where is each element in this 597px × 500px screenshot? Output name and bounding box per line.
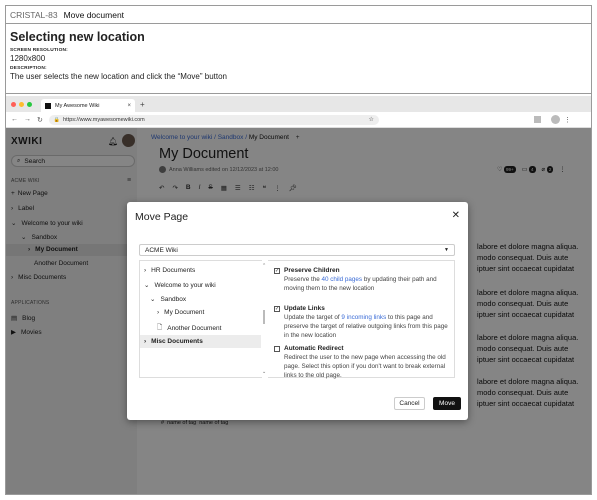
move-options: ✓ Preserve Children Preserve the 40 chil… [268, 260, 455, 379]
tree-item-label: Welcome to your wiki [154, 281, 216, 289]
automatic-redirect-checkbox[interactable] [274, 346, 280, 352]
spec-title: Selecting new location [10, 30, 145, 44]
update-links-checkbox[interactable]: ✓ [274, 306, 280, 312]
back-icon[interactable]: ← [11, 116, 18, 123]
tab-bar: My Awesome Wiki × + [6, 96, 591, 112]
tree-item-label: Sandbox [160, 295, 187, 303]
option-description: Update the target of 9 incoming links to… [284, 314, 454, 340]
tree-item-welcome[interactable]: ⌄ Welcome to your wiki [144, 281, 216, 290]
forward-icon[interactable]: → [24, 116, 31, 123]
maximize-window-dot[interactable] [27, 101, 32, 107]
extension-icon[interactable] [533, 116, 541, 123]
incoming-links-link[interactable]: 9 incoming links [341, 314, 386, 321]
tree-item-misc-documents[interactable]: › Misc Documents [144, 338, 203, 345]
location-tree: › HR Documents ⌄ Welcome to your wiki ⌄ San… [139, 260, 262, 378]
document-icon: 🗋 [157, 324, 163, 331]
lock-icon: 🔒 [53, 116, 61, 123]
close-icon[interactable]: ✕ [452, 210, 460, 221]
move-page-dialog: Move Page ✕ ACME Wiki ▼ › HR Documents ⌄ W… [127, 202, 468, 420]
minimize-window-dot[interactable] [19, 101, 24, 107]
option-title: Automatic Redirect [284, 345, 344, 352]
url-input[interactable]: 🔒 https://www.myawesomewiki.com ☆ [48, 114, 379, 125]
scrollbar-thumb[interactable] [263, 310, 265, 324]
address-bar: ← → ↻ 🔒 https://www.myawesomewiki.com ☆ … [6, 112, 591, 128]
spec-header: CRISTAL-83 Move document [6, 6, 591, 24]
option-description: Preserve the 40 child pages by updating … [284, 276, 454, 294]
option-text: Update the target of [284, 314, 342, 321]
option-title: Preserve Children [284, 267, 340, 274]
resolution-label: SCREEN RESOLUTION: [10, 48, 68, 53]
tree-item-label: My Document [164, 309, 205, 316]
chevron-down-icon: ▼ [444, 247, 449, 253]
browser-tab[interactable]: My Awesome Wiki × [41, 99, 135, 112]
spec-panel: Selecting new location SCREEN RESOLUTION… [6, 24, 591, 94]
reload-icon[interactable]: ↻ [37, 116, 43, 124]
bookmark-star-icon[interactable]: ☆ [368, 116, 373, 123]
chevron-down-icon[interactable]: ⌄ [262, 369, 266, 375]
description-value: The user selects the new location and cl… [10, 72, 227, 81]
option-title: Update Links [284, 305, 325, 312]
close-tab-icon[interactable]: × [127, 103, 131, 109]
profile-icon[interactable] [550, 115, 560, 124]
tree-item-label: HR Documents [151, 267, 196, 274]
url-text: https://www.myawesomewiki.com [63, 116, 145, 123]
resolution-value: 1280x800 [10, 54, 46, 63]
tree-item-sandbox[interactable]: ⌄ Sandbox [150, 295, 187, 304]
option-description: Redirect the user to the new page when a… [284, 354, 446, 379]
option-text: Preserve the [284, 276, 322, 283]
tree-item-my-document[interactable]: › My Document [157, 309, 204, 316]
close-window-dot[interactable] [11, 101, 16, 107]
preserve-children-checkbox[interactable]: ✓ [274, 268, 280, 274]
wiki-select[interactable]: ACME Wiki ▼ [139, 244, 455, 256]
browser-menu-icon[interactable]: ⋮ [564, 116, 571, 124]
move-button[interactable]: Move [433, 397, 461, 410]
cancel-button[interactable]: Cancel [394, 397, 425, 410]
tree-item-label: Another Document [167, 325, 222, 332]
ticket-name: Move document [63, 9, 125, 20]
ticket-code: CRISTAL-83 [10, 9, 58, 20]
tree-item-label: Misc Documents [151, 338, 203, 345]
tree-item-another-document[interactable]: 🗋 Another Document [157, 323, 221, 334]
dialog-title: Move Page [135, 211, 189, 223]
favicon-icon [45, 102, 51, 109]
wiki-select-value: ACME Wiki [145, 246, 178, 254]
new-tab-icon[interactable]: + [140, 100, 145, 109]
tab-title: My Awesome Wiki [55, 102, 100, 109]
chevron-up-icon[interactable]: ⌃ [262, 263, 266, 269]
tree-item-hr-documents[interactable]: › HR Documents [144, 267, 195, 274]
child-pages-link[interactable]: 40 child pages [321, 276, 362, 283]
description-label: DESCRIPTION: [10, 66, 47, 71]
